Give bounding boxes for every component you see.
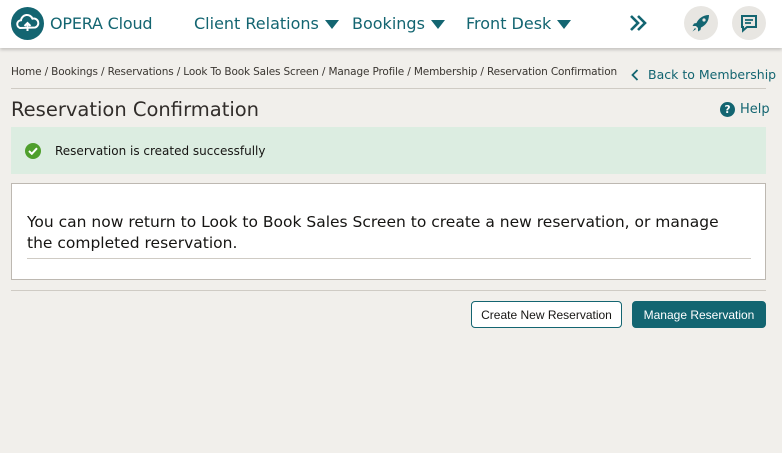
menu-client-relations-label: Client Relations — [194, 14, 319, 33]
check-circle-icon — [25, 143, 41, 159]
confirmation-panel: You can now return to Look to Book Sales… — [11, 183, 766, 280]
top-navigation-bar: OPERA Cloud Client Relations Bookings Fr… — [0, 0, 782, 48]
back-to-membership-link[interactable]: Back to Membership — [631, 67, 776, 82]
create-new-reservation-button[interactable]: Create New Reservation — [471, 301, 622, 328]
back-link-label: Back to Membership — [648, 67, 777, 82]
menu-front-desk-label: Front Desk — [466, 14, 552, 33]
app-brand-title[interactable]: OPERA Cloud — [50, 14, 153, 33]
double-chevron-right-icon[interactable] — [627, 12, 649, 34]
page-title: Reservation Confirmation — [11, 98, 260, 121]
chat-icon — [741, 15, 757, 33]
caret-down-icon — [430, 20, 445, 29]
chevron-left-icon — [631, 68, 639, 81]
divider — [11, 290, 766, 291]
help-link[interactable]: ? Help — [720, 102, 770, 117]
cloud-logo-icon[interactable] — [11, 7, 44, 40]
confirmation-info-text: You can now return to Look to Book Sales… — [27, 213, 719, 252]
menu-bookings-label: Bookings — [352, 14, 425, 33]
rocket-icon — [692, 15, 709, 32]
breadcrumb[interactable]: Home / Bookings / Reservations / Look To… — [11, 66, 617, 78]
caret-down-icon — [557, 20, 572, 29]
success-banner: Reservation is created successfully — [11, 127, 766, 174]
menu-front-desk[interactable]: Front Desk — [466, 14, 572, 33]
menu-client-relations[interactable]: Client Relations — [194, 14, 339, 33]
manage-reservation-button[interactable]: Manage Reservation — [632, 301, 766, 328]
menu-bookings[interactable]: Bookings — [352, 14, 445, 33]
divider — [11, 88, 766, 89]
success-message: Reservation is created successfully — [55, 144, 266, 158]
chat-button[interactable] — [732, 6, 766, 40]
caret-down-icon — [324, 20, 339, 29]
panel-divider — [27, 258, 751, 259]
rocket-button[interactable] — [684, 6, 718, 40]
help-icon: ? — [720, 102, 735, 117]
help-label: Help — [740, 102, 770, 117]
